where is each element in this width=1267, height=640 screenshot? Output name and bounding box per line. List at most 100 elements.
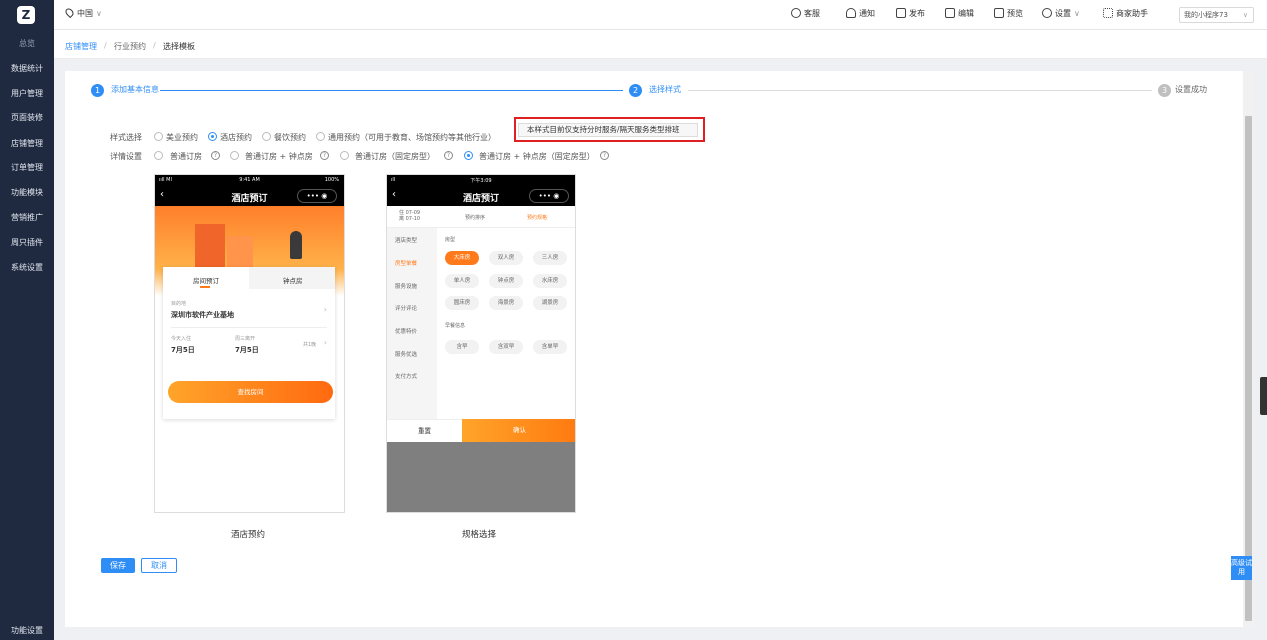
chip-room[interactable]: 大床房 xyxy=(445,251,479,265)
chip-room[interactable]: 钟点房 xyxy=(489,274,523,288)
radio-fixed[interactable] xyxy=(340,151,349,160)
cat-reviews[interactable]: 评分评论 xyxy=(395,304,417,312)
chevron-down-icon: ∨ xyxy=(1242,11,1248,19)
sidebar-item-decor[interactable]: 页面装修 xyxy=(0,112,54,123)
template-preview-hotel[interactable]: ııll MI 9:41 AM 100% ‹ 酒店预订 ••• ◉ 房间预订 钟… xyxy=(154,174,345,513)
style-label: 样式选择 xyxy=(110,133,142,142)
edit-icon xyxy=(945,8,955,18)
help-icon[interactable]: ? xyxy=(320,151,329,160)
chip-room[interactable]: 单人房 xyxy=(445,274,479,288)
dest-label: 目的地 xyxy=(171,301,187,307)
radio-hotel-label[interactable]: 酒店预约 xyxy=(220,132,252,143)
sidebar-item-modules[interactable]: 功能模块 xyxy=(0,187,54,198)
edit-button[interactable]: 编辑 xyxy=(945,8,974,19)
chip-breakfast[interactable]: 含单早 xyxy=(533,340,567,354)
breadcrumb-separator: / xyxy=(153,41,156,50)
radio-beauty-label[interactable]: 美业预约 xyxy=(166,132,198,143)
radio-general-label[interactable]: 通用预约（可用于教育、场馆预约等其他行业） xyxy=(328,132,496,143)
sidebar-item-system[interactable]: 系统设置 xyxy=(0,262,54,273)
assistant-label: 商家助手 xyxy=(1116,9,1148,18)
assistant-button[interactable]: 商家助手 xyxy=(1103,8,1148,19)
gear-icon xyxy=(1042,8,1052,18)
sidebar-item-plugins[interactable]: 周只插件 xyxy=(0,237,54,248)
chip-room[interactable]: 湖景房 xyxy=(533,296,567,310)
radio-hotel[interactable] xyxy=(208,132,217,141)
cat-payment[interactable]: 支付方式 xyxy=(395,372,417,380)
chip-room[interactable]: 双人房 xyxy=(489,251,523,265)
help-icon[interactable]: ? xyxy=(600,151,609,160)
tab-indicator xyxy=(200,286,210,288)
breadcrumb-industry[interactable]: 行业预约 xyxy=(114,41,146,52)
sidebar-item-marketing[interactable]: 营销推广 xyxy=(0,212,54,223)
cat-deals[interactable]: 优惠特价 xyxy=(395,327,417,335)
chip-breakfast[interactable]: 含双早 xyxy=(489,340,523,354)
radio-catering-label[interactable]: 餐饮预约 xyxy=(274,132,306,143)
chip-room[interactable]: 圆床房 xyxy=(445,296,479,310)
preview-button[interactable]: 预览 xyxy=(994,8,1023,19)
radio-normal[interactable] xyxy=(154,151,163,160)
app-select[interactable]: 我的小程序73 ∨ xyxy=(1179,7,1254,23)
notify-button[interactable]: 通知 xyxy=(846,8,875,19)
cat-service[interactable]: 服务优选 xyxy=(395,350,417,358)
template-caption-spec: 规格选择 xyxy=(462,530,497,540)
chevron-down-icon: ∨ xyxy=(1074,9,1080,18)
template-preview-spec[interactable]: ıll 下午3:09 ‹ 酒店预订 ••• ◉ 住 07-09 离 07-10 预… xyxy=(386,174,576,513)
search-rooms-button[interactable]: 查找房间 xyxy=(168,381,333,403)
chip-room[interactable]: 三人房 xyxy=(533,251,567,265)
scrollbar[interactable] xyxy=(1243,71,1254,627)
service-button[interactable]: 客服 xyxy=(791,8,820,19)
confirm-button[interactable]: 确认 xyxy=(462,419,575,442)
step-1-label: 添加基本信息 xyxy=(111,85,159,94)
radio-normal-label[interactable]: 普通订房 xyxy=(170,151,202,162)
status-time: 9:41 AM xyxy=(239,177,260,183)
app-logo[interactable]: Z xyxy=(17,6,35,24)
radio-beauty[interactable] xyxy=(154,132,163,141)
checkout-label: 周三离开 xyxy=(235,336,256,342)
trial-float-button[interactable]: 高级试用 xyxy=(1231,556,1252,580)
edge-handle[interactable] xyxy=(1260,377,1267,415)
cat-room-meal[interactable]: 房型单餐 xyxy=(395,259,417,267)
sidebar-item-store[interactable]: 店铺管理 xyxy=(0,138,54,149)
radio-fixed-hourly[interactable] xyxy=(464,151,473,160)
radio-fixed-hourly-label[interactable]: 普通订房 + 钟点房（固定房型） xyxy=(479,151,595,162)
checkin-date[interactable]: 7月5日 xyxy=(171,345,195,355)
sidebar-item-users[interactable]: 用户管理 xyxy=(0,88,54,99)
service-label: 客服 xyxy=(804,9,820,18)
sidebar-item-stats[interactable]: 数据统计 xyxy=(0,63,54,74)
help-icon[interactable]: ? xyxy=(211,151,220,160)
chip-breakfast[interactable]: 含早 xyxy=(445,340,479,354)
date-range[interactable]: 住 07-09 离 07-10 xyxy=(399,210,420,222)
sort-filter[interactable]: 预约排序 xyxy=(465,214,485,221)
tab-room[interactable]: 房间预订 xyxy=(193,275,219,285)
step-2-label: 选择样式 xyxy=(649,85,681,94)
cancel-button[interactable]: 取消 xyxy=(141,558,177,573)
sidebar-item-function-settings[interactable]: 功能设置 xyxy=(0,625,54,636)
cat-facilities[interactable]: 服务设施 xyxy=(395,282,417,290)
location-pin-icon xyxy=(63,6,76,19)
top-bar: 中国 ∨ 客服 通知 发布 编辑 预览 设置 ∨ 商家助手 我的小程序73 ∨ xyxy=(54,0,1267,30)
radio-normal-hourly[interactable] xyxy=(230,151,239,160)
publish-button[interactable]: 发布 xyxy=(896,8,925,19)
chevron-down-icon: ∨ xyxy=(96,9,102,18)
chip-room[interactable]: 水床房 xyxy=(533,274,567,288)
radio-general[interactable] xyxy=(316,132,325,141)
scrollbar-thumb[interactable] xyxy=(1245,116,1252,621)
checkout-date[interactable]: 7月5日 xyxy=(235,345,259,355)
cat-hotel-type[interactable]: 酒店类型 xyxy=(395,236,417,244)
sidebar-item-overview[interactable]: 总览 xyxy=(0,38,54,49)
radio-normal-hourly-label[interactable]: 普通订房 + 钟点房 xyxy=(245,151,313,162)
spec-filter[interactable]: 预约规格 xyxy=(527,214,547,221)
breadcrumb-store[interactable]: 店铺管理 xyxy=(65,41,97,52)
chip-room[interactable]: 海景房 xyxy=(489,296,523,310)
reset-button[interactable]: 重置 xyxy=(387,419,462,442)
settings-button[interactable]: 设置 ∨ xyxy=(1042,8,1080,19)
location-selector[interactable]: 中国 ∨ xyxy=(63,6,102,19)
tab-hour[interactable]: 钟点房 xyxy=(283,275,303,285)
settings-label: 设置 xyxy=(1055,9,1071,18)
radio-catering[interactable] xyxy=(262,132,271,141)
dest-value[interactable]: 深圳市软件产业基地 xyxy=(171,310,234,320)
save-button[interactable]: 保存 xyxy=(101,558,135,573)
radio-fixed-label[interactable]: 普通订房（固定房型） xyxy=(355,151,435,162)
sidebar-item-orders[interactable]: 订单管理 xyxy=(0,162,54,173)
help-icon[interactable]: ? xyxy=(444,151,453,160)
